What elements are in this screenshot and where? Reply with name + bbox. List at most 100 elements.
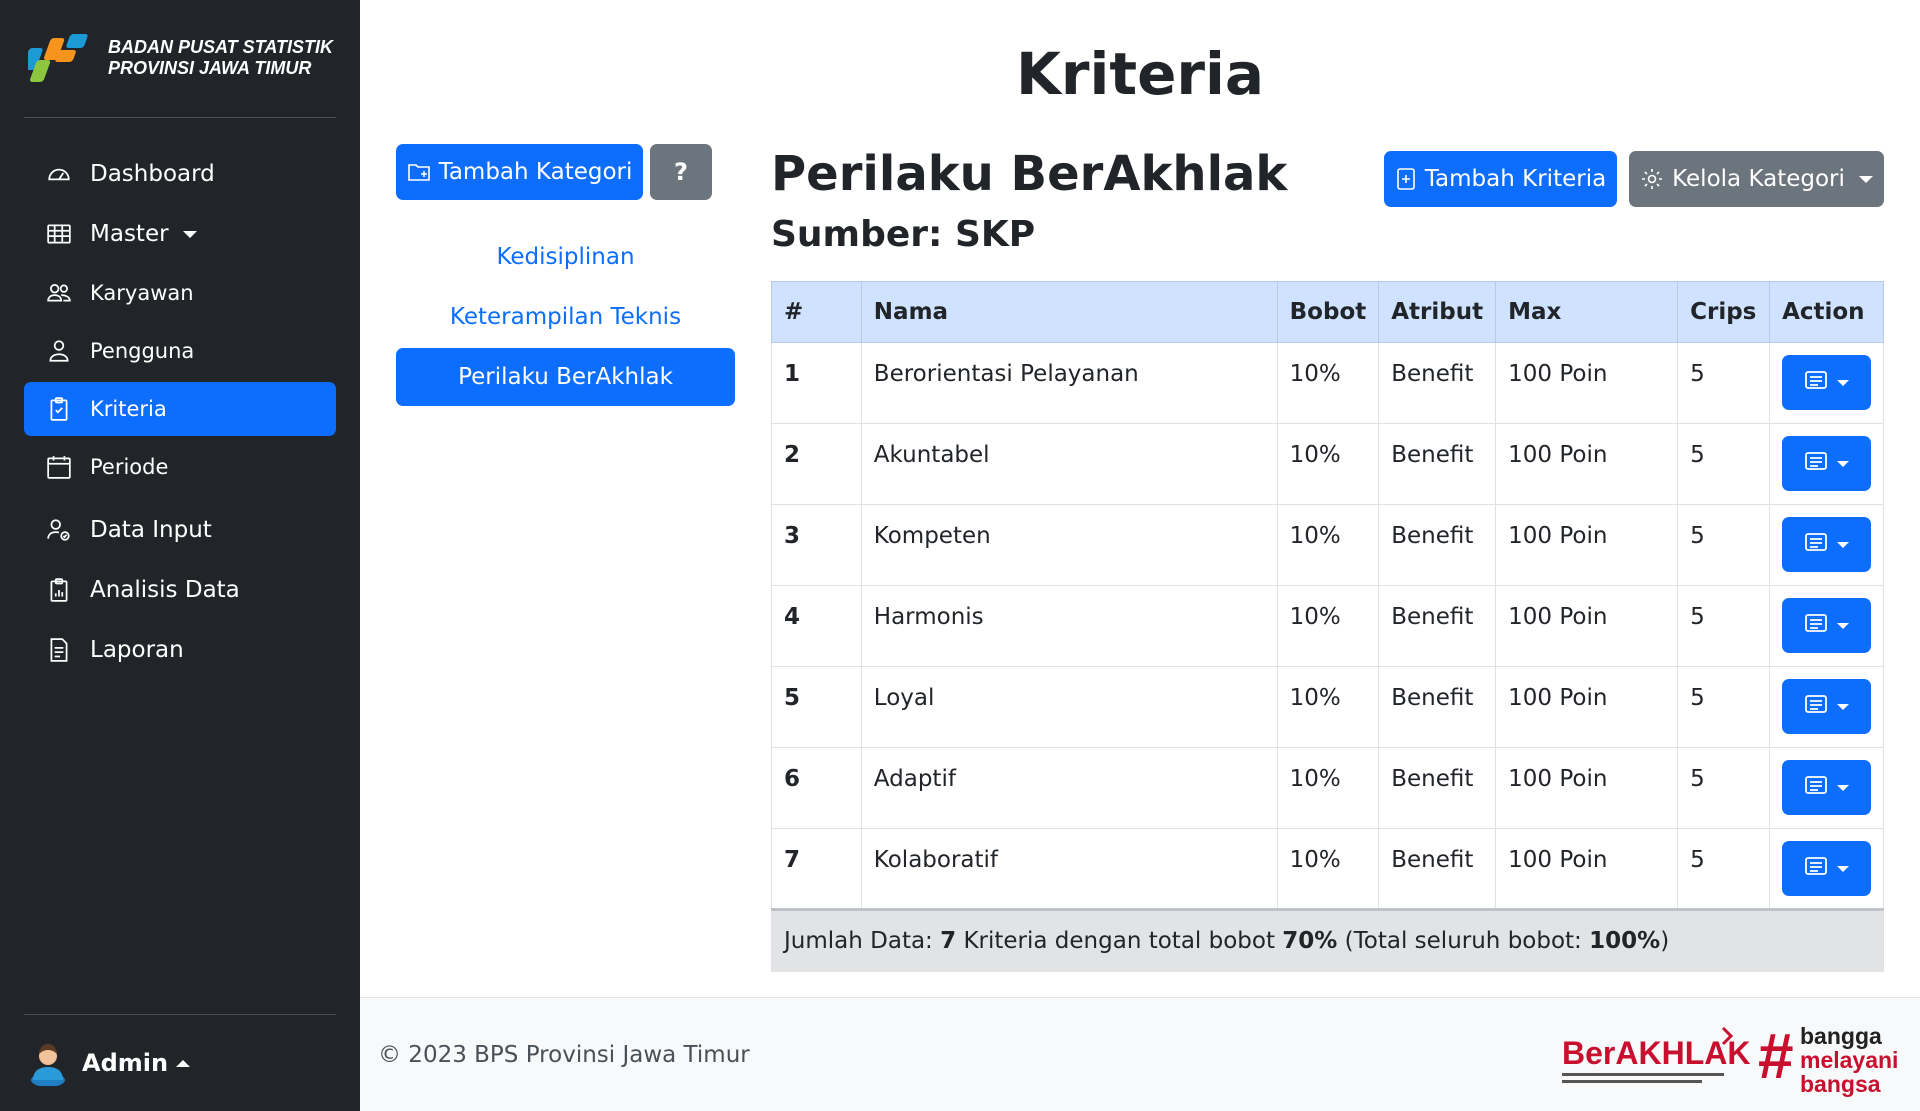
page-title: Kriteria <box>1015 40 1265 108</box>
sidebar-item-label: Data Input <box>90 517 212 543</box>
cell-name: Adaptif <box>860 747 1278 829</box>
column-header: Atribut <box>1378 281 1497 343</box>
action-dropdown-button[interactable] <box>1782 679 1872 734</box>
cell-name: Kolaboratif <box>860 828 1278 910</box>
cell-attribute: Benefit <box>1378 585 1497 667</box>
section-subtitle: Sumber: SKP <box>771 214 1036 255</box>
brand-line1: BADAN PUSAT STATISTIK <box>108 37 333 57</box>
help-button[interactable]: ? <box>650 144 712 200</box>
cell-crips: 5 <box>1677 423 1771 505</box>
brand-text: BADAN PUSAT STATISTIK PROVINSI JAWA TIMU… <box>108 37 333 79</box>
sidebar-item-label: Dashboard <box>90 161 215 187</box>
sidebar-item-laporan[interactable]: Laporan <box>24 622 336 678</box>
brand[interactable]: BADAN PUSAT STATISTIK PROVINSI JAWA TIMU… <box>28 30 333 86</box>
card-list-icon <box>1804 370 1827 396</box>
cell-name: Akuntabel <box>860 423 1278 505</box>
sidebar-item-data-input[interactable]: Data Input <box>24 502 336 558</box>
sidebar-item-karyawan[interactable]: Karyawan <box>24 266 336 320</box>
manage-category-label: Kelola Kategori <box>1672 166 1845 192</box>
cell-max: 100 Poin <box>1495 342 1679 424</box>
card-list-icon <box>1804 613 1827 639</box>
cell-action <box>1769 828 1884 910</box>
cell-attribute: Benefit <box>1378 423 1497 505</box>
action-dropdown-button[interactable] <box>1782 841 1872 896</box>
cell-attribute: Benefit <box>1378 504 1497 586</box>
cell-number: 2 <box>771 423 862 505</box>
cell-number: 4 <box>771 585 862 667</box>
column-header: # <box>771 281 862 343</box>
sidebar-item-kriteria[interactable]: Kriteria <box>24 382 336 436</box>
sidebar-item-pengguna[interactable]: Pengguna <box>24 324 336 378</box>
table-body: 1 Berorientasi Pelayanan 10% Benefit 100 Poi… <box>771 342 1884 910</box>
table-row: 3 Kompeten 10% Benefit 100 Poin 5 <box>771 504 1884 586</box>
column-header: Nama <box>860 281 1278 343</box>
table-row: 2 Akuntabel 10% Benefit 100 Poin 5 <box>771 423 1884 505</box>
cell-number: 5 <box>771 666 862 748</box>
people-icon <box>46 280 72 306</box>
cell-number: 6 <box>771 747 862 829</box>
cell-crips: 5 <box>1677 747 1771 829</box>
footer: © 2023 BPS Provinsi Jawa Timur BerAKHLAK… <box>360 997 1920 1111</box>
cell-max: 100 Poin <box>1495 504 1679 586</box>
user-name: Admin <box>82 1049 169 1077</box>
cell-weight: 10% <box>1276 504 1380 586</box>
table-icon <box>46 221 72 247</box>
cell-crips: 5 <box>1677 504 1771 586</box>
cell-attribute: Benefit <box>1378 747 1497 829</box>
table-summary: Jumlah Data: 7 Kriteria dengan total bob… <box>771 908 1884 972</box>
sidebar-item-label: Karyawan <box>90 281 194 305</box>
svg-text:bangsa: bangsa <box>1800 1071 1881 1097</box>
column-header: Max <box>1495 281 1679 343</box>
cell-max: 100 Poin <box>1495 585 1679 667</box>
summary-suffix: (Total seluruh bobot: <box>1337 928 1590 954</box>
sidebar-item-label: Master <box>90 221 169 247</box>
column-header: Action <box>1769 281 1884 343</box>
clipboard-data-icon <box>46 577 72 603</box>
cell-crips: 5 <box>1677 342 1771 424</box>
cell-crips: 5 <box>1677 666 1771 748</box>
action-dropdown-button[interactable] <box>1782 517 1872 572</box>
sidebar-divider <box>24 117 336 118</box>
manage-category-dropdown[interactable]: Kelola Kategori <box>1629 151 1884 207</box>
cell-name: Berorientasi Pelayanan <box>860 342 1278 424</box>
brand-line2: PROVINSI JAWA TIMUR <box>108 58 312 78</box>
sidebar: BADAN PUSAT STATISTIK PROVINSI JAWA TIMU… <box>0 0 360 1111</box>
person-gear-icon <box>46 517 72 543</box>
svg-text:#: # <box>1758 1020 1794 1092</box>
folder-plus-icon <box>407 160 431 184</box>
cell-max: 100 Poin <box>1495 423 1679 505</box>
cell-name: Loyal <box>860 666 1278 748</box>
avatar <box>31 1044 65 1086</box>
sidebar-item-label: Analisis Data <box>90 577 240 603</box>
add-category-button[interactable]: Tambah Kategori <box>396 144 643 200</box>
cell-action <box>1769 423 1884 505</box>
action-dropdown-button[interactable] <box>1782 760 1872 815</box>
chevron-down-icon <box>1836 379 1849 386</box>
gear-icon <box>1640 167 1664 191</box>
action-dropdown-button[interactable] <box>1782 598 1872 653</box>
category-item-kedisiplinan[interactable]: Kedisiplinan <box>396 228 735 286</box>
action-dropdown-button[interactable] <box>1782 436 1872 491</box>
sidebar-item-dashboard[interactable]: Dashboard <box>24 146 336 202</box>
chevron-down-icon <box>1836 541 1849 548</box>
svg-text:BerAKHLAK: BerAKHLAK <box>1562 1035 1750 1071</box>
sidebar-item-master[interactable]: Master <box>24 206 336 262</box>
cell-weight: 10% <box>1276 747 1380 829</box>
category-item-perilaku-berakhlak[interactable]: Perilaku BerAkhlak <box>396 348 735 406</box>
table-header-row: # Nama Bobot Atribut Max Crips Action <box>771 281 1884 343</box>
sidebar-item-analisis-data[interactable]: Analisis Data <box>24 562 336 618</box>
category-item-keterampilan-teknis[interactable]: Keterampilan Teknis <box>396 288 735 346</box>
cell-attribute: Benefit <box>1378 828 1497 910</box>
add-category-label: Tambah Kategori <box>438 159 633 185</box>
chevron-down-icon <box>1836 460 1849 467</box>
add-criteria-button[interactable]: Tambah Kriteria <box>1384 151 1617 207</box>
cell-weight: 10% <box>1276 423 1380 505</box>
chevron-up-icon <box>176 1059 191 1067</box>
svg-text:bangga: bangga <box>1800 1023 1882 1049</box>
action-dropdown-button[interactable] <box>1782 355 1872 410</box>
sidebar-item-periode[interactable]: Periode <box>24 440 336 494</box>
column-header: Crips <box>1677 281 1771 343</box>
user-menu[interactable]: Admin <box>28 1040 191 1086</box>
sidebar-item-label: Kriteria <box>90 397 167 421</box>
card-list-icon <box>1804 451 1827 477</box>
